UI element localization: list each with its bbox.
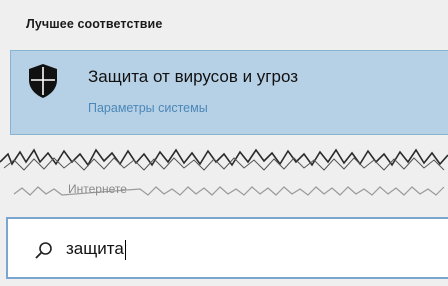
- best-match-header: Лучшее соответствие: [26, 17, 163, 31]
- search-box[interactable]: защита: [6, 217, 448, 279]
- text-caret: [124, 239, 126, 260]
- search-input[interactable]: защита: [66, 235, 426, 263]
- best-match-title: Защита от вирусов и угроз: [88, 67, 299, 86]
- shield-icon: [27, 63, 59, 99]
- search-icon: [35, 241, 53, 259]
- best-match-result[interactable]: Защита от вирусов и угроз Параметры сист…: [10, 50, 448, 135]
- search-results-panel: Лучшее соответствие Защита от вирусов и …: [0, 0, 448, 286]
- distorted-result-label: Интернете: [68, 182, 127, 196]
- best-match-subtitle: Параметры системы: [88, 101, 208, 115]
- distorted-result-row: [0, 140, 448, 174]
- search-query-text: защита: [66, 239, 124, 258]
- distorted-result-row: Интернете: [0, 178, 448, 202]
